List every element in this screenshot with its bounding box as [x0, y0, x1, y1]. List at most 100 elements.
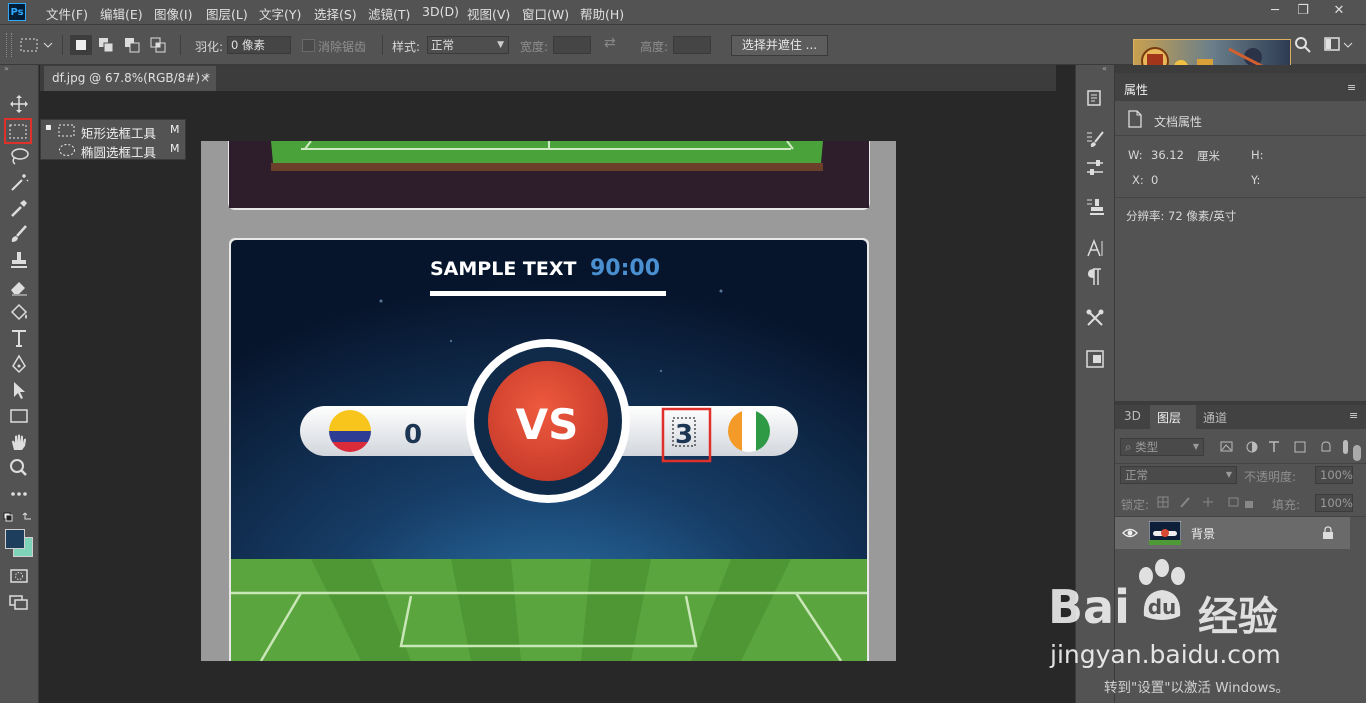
rectangle-tool[interactable]: [7, 405, 31, 427]
add-selection-icon[interactable]: [98, 37, 116, 53]
scrollbar-thumb[interactable]: [1353, 445, 1361, 461]
divider: [1115, 197, 1366, 198]
pen-tool[interactable]: [7, 353, 31, 375]
flyout-item-label: 矩形选框工具: [81, 126, 157, 141]
blend-mode-value: 正常: [1125, 468, 1148, 482]
flyout-item-rectangular-marquee[interactable]: ▪ 矩形选框工具 M: [41, 122, 187, 141]
antialias-label: 消除锯齿: [318, 40, 367, 54]
height-input[interactable]: [673, 36, 711, 54]
move-icon: [10, 95, 28, 113]
quick-mask-button[interactable]: [7, 565, 31, 587]
tab-3d[interactable]: 3D: [1124, 409, 1141, 423]
document-canvas[interactable]: SAMPLE TEXT 90:00 0 VS 3: [201, 141, 896, 661]
layer-thumbnail: [1149, 521, 1181, 545]
clone-source-icon[interactable]: [1084, 196, 1106, 218]
select-and-mask-button[interactable]: 选择并遮住 ...: [731, 35, 828, 56]
path-selection-tool[interactable]: [7, 379, 31, 401]
paint-bucket-tool[interactable]: [7, 301, 31, 323]
new-selection-icon[interactable]: [70, 35, 92, 55]
divider: [1115, 135, 1366, 136]
layer-name[interactable]: 背景: [1191, 525, 1215, 542]
pen-icon: [12, 354, 26, 374]
move-tool[interactable]: [7, 93, 31, 115]
score-left: 0: [404, 420, 422, 450]
menu-edit[interactable]: 编辑(E): [100, 4, 143, 23]
separator: [62, 35, 63, 55]
antialias-checkbox[interactable]: [302, 39, 315, 52]
fill-input[interactable]: 100%: [1315, 494, 1353, 512]
foreground-color-swatch[interactable]: [5, 529, 25, 549]
tools-panel: »: [0, 65, 39, 703]
lasso-icon: [11, 148, 29, 165]
menu-filter[interactable]: 滤镜(T): [368, 4, 410, 23]
document-tab[interactable]: df.jpg @ 67.8%(RGB/8#) * ×: [44, 66, 216, 91]
layer-filter-select[interactable]: ⌕ 类型 ▼: [1120, 438, 1204, 456]
tab-properties[interactable]: 属性: [1124, 81, 1148, 98]
panel-menu-icon[interactable]: ≡: [1347, 81, 1356, 94]
x-value[interactable]: 0: [1151, 173, 1158, 187]
zoom-tool[interactable]: [7, 457, 31, 479]
tools-presets-icon[interactable]: [1084, 307, 1106, 329]
layer-row-background[interactable]: 背景: [1115, 517, 1350, 549]
width-value[interactable]: 36.12: [1151, 148, 1184, 162]
search-icon[interactable]: [1294, 36, 1312, 54]
quick-selection-tool[interactable]: [7, 171, 31, 193]
type-tool[interactable]: [7, 327, 31, 349]
blend-mode-select[interactable]: 正常 ▼: [1120, 466, 1237, 484]
rectangular-marquee-tool[interactable]: [4, 118, 32, 144]
feather-label: 羽化:: [195, 40, 224, 54]
swap-colors-icon[interactable]: [3, 511, 35, 523]
active-bullet-icon: ▪: [45, 122, 52, 133]
menu-select[interactable]: 选择(S): [314, 4, 357, 23]
collapse-icon[interactable]: «: [1102, 65, 1112, 73]
close-tab-icon[interactable]: ×: [200, 66, 210, 91]
brush-settings-icon[interactable]: [1084, 129, 1106, 151]
eye-icon[interactable]: [1122, 526, 1138, 540]
opacity-input[interactable]: 100%: [1315, 466, 1353, 484]
eraser-tool[interactable]: [7, 275, 31, 297]
history-icon[interactable]: [1084, 87, 1106, 109]
feather-input[interactable]: 0 像素: [227, 36, 291, 54]
menu-file[interactable]: 文件(F): [46, 4, 88, 23]
banner-time: 90:00: [590, 256, 660, 281]
menu-type[interactable]: 文字(Y): [259, 4, 301, 23]
flyout-item-elliptical-marquee[interactable]: 椭圆选框工具 M: [41, 141, 187, 160]
collapse-icon[interactable]: »: [0, 65, 38, 73]
width-input[interactable]: [553, 36, 591, 54]
width-unit: 厘米: [1197, 149, 1220, 163]
hand-tool[interactable]: [7, 431, 31, 453]
adjustments-icon[interactable]: [1084, 157, 1106, 179]
menu-window[interactable]: 窗口(W): [522, 4, 569, 23]
panel-menu-icon[interactable]: ≡: [1349, 409, 1358, 422]
menu-view[interactable]: 视图(V): [467, 4, 510, 23]
menu-layer[interactable]: 图层(L): [206, 4, 248, 23]
menu-help[interactable]: 帮助(H): [580, 4, 624, 23]
menu-3d[interactable]: 3D(D): [422, 4, 459, 19]
style-select[interactable]: 正常 ▼: [427, 36, 509, 54]
tab-layers[interactable]: 图层: [1157, 409, 1181, 426]
workspace-icon[interactable]: [1324, 37, 1354, 53]
lasso-tool[interactable]: [7, 145, 31, 167]
menu-image[interactable]: 图像(I): [154, 4, 192, 23]
more-tools-button[interactable]: [7, 483, 31, 505]
screen-mode-button[interactable]: [7, 591, 31, 613]
layer-filter-icons[interactable]: [1219, 439, 1349, 455]
marquee-preset-icon[interactable]: [20, 37, 54, 53]
divider: [1115, 463, 1366, 464]
paragraph-icon[interactable]: [1084, 266, 1106, 288]
swap-dimensions-icon[interactable]: ⇄: [604, 35, 616, 51]
navigator-icon[interactable]: [1084, 348, 1106, 370]
close-icon[interactable]: ✕: [1326, 2, 1352, 20]
tab-channels[interactable]: 通道: [1203, 409, 1227, 426]
eyedropper-tool[interactable]: [7, 197, 31, 219]
height-label: H:: [1251, 148, 1264, 162]
subtract-selection-icon[interactable]: [124, 37, 142, 53]
lock-icons[interactable]: [1155, 495, 1255, 509]
watermark-url: jingyan.baidu.com: [1050, 640, 1281, 669]
restore-icon[interactable]: ❐: [1290, 2, 1316, 20]
intersect-selection-icon[interactable]: [150, 37, 168, 53]
clone-stamp-tool[interactable]: [7, 249, 31, 271]
character-icon[interactable]: [1084, 238, 1106, 260]
minimize-icon[interactable]: ─: [1262, 2, 1288, 20]
brush-tool[interactable]: [7, 223, 31, 245]
